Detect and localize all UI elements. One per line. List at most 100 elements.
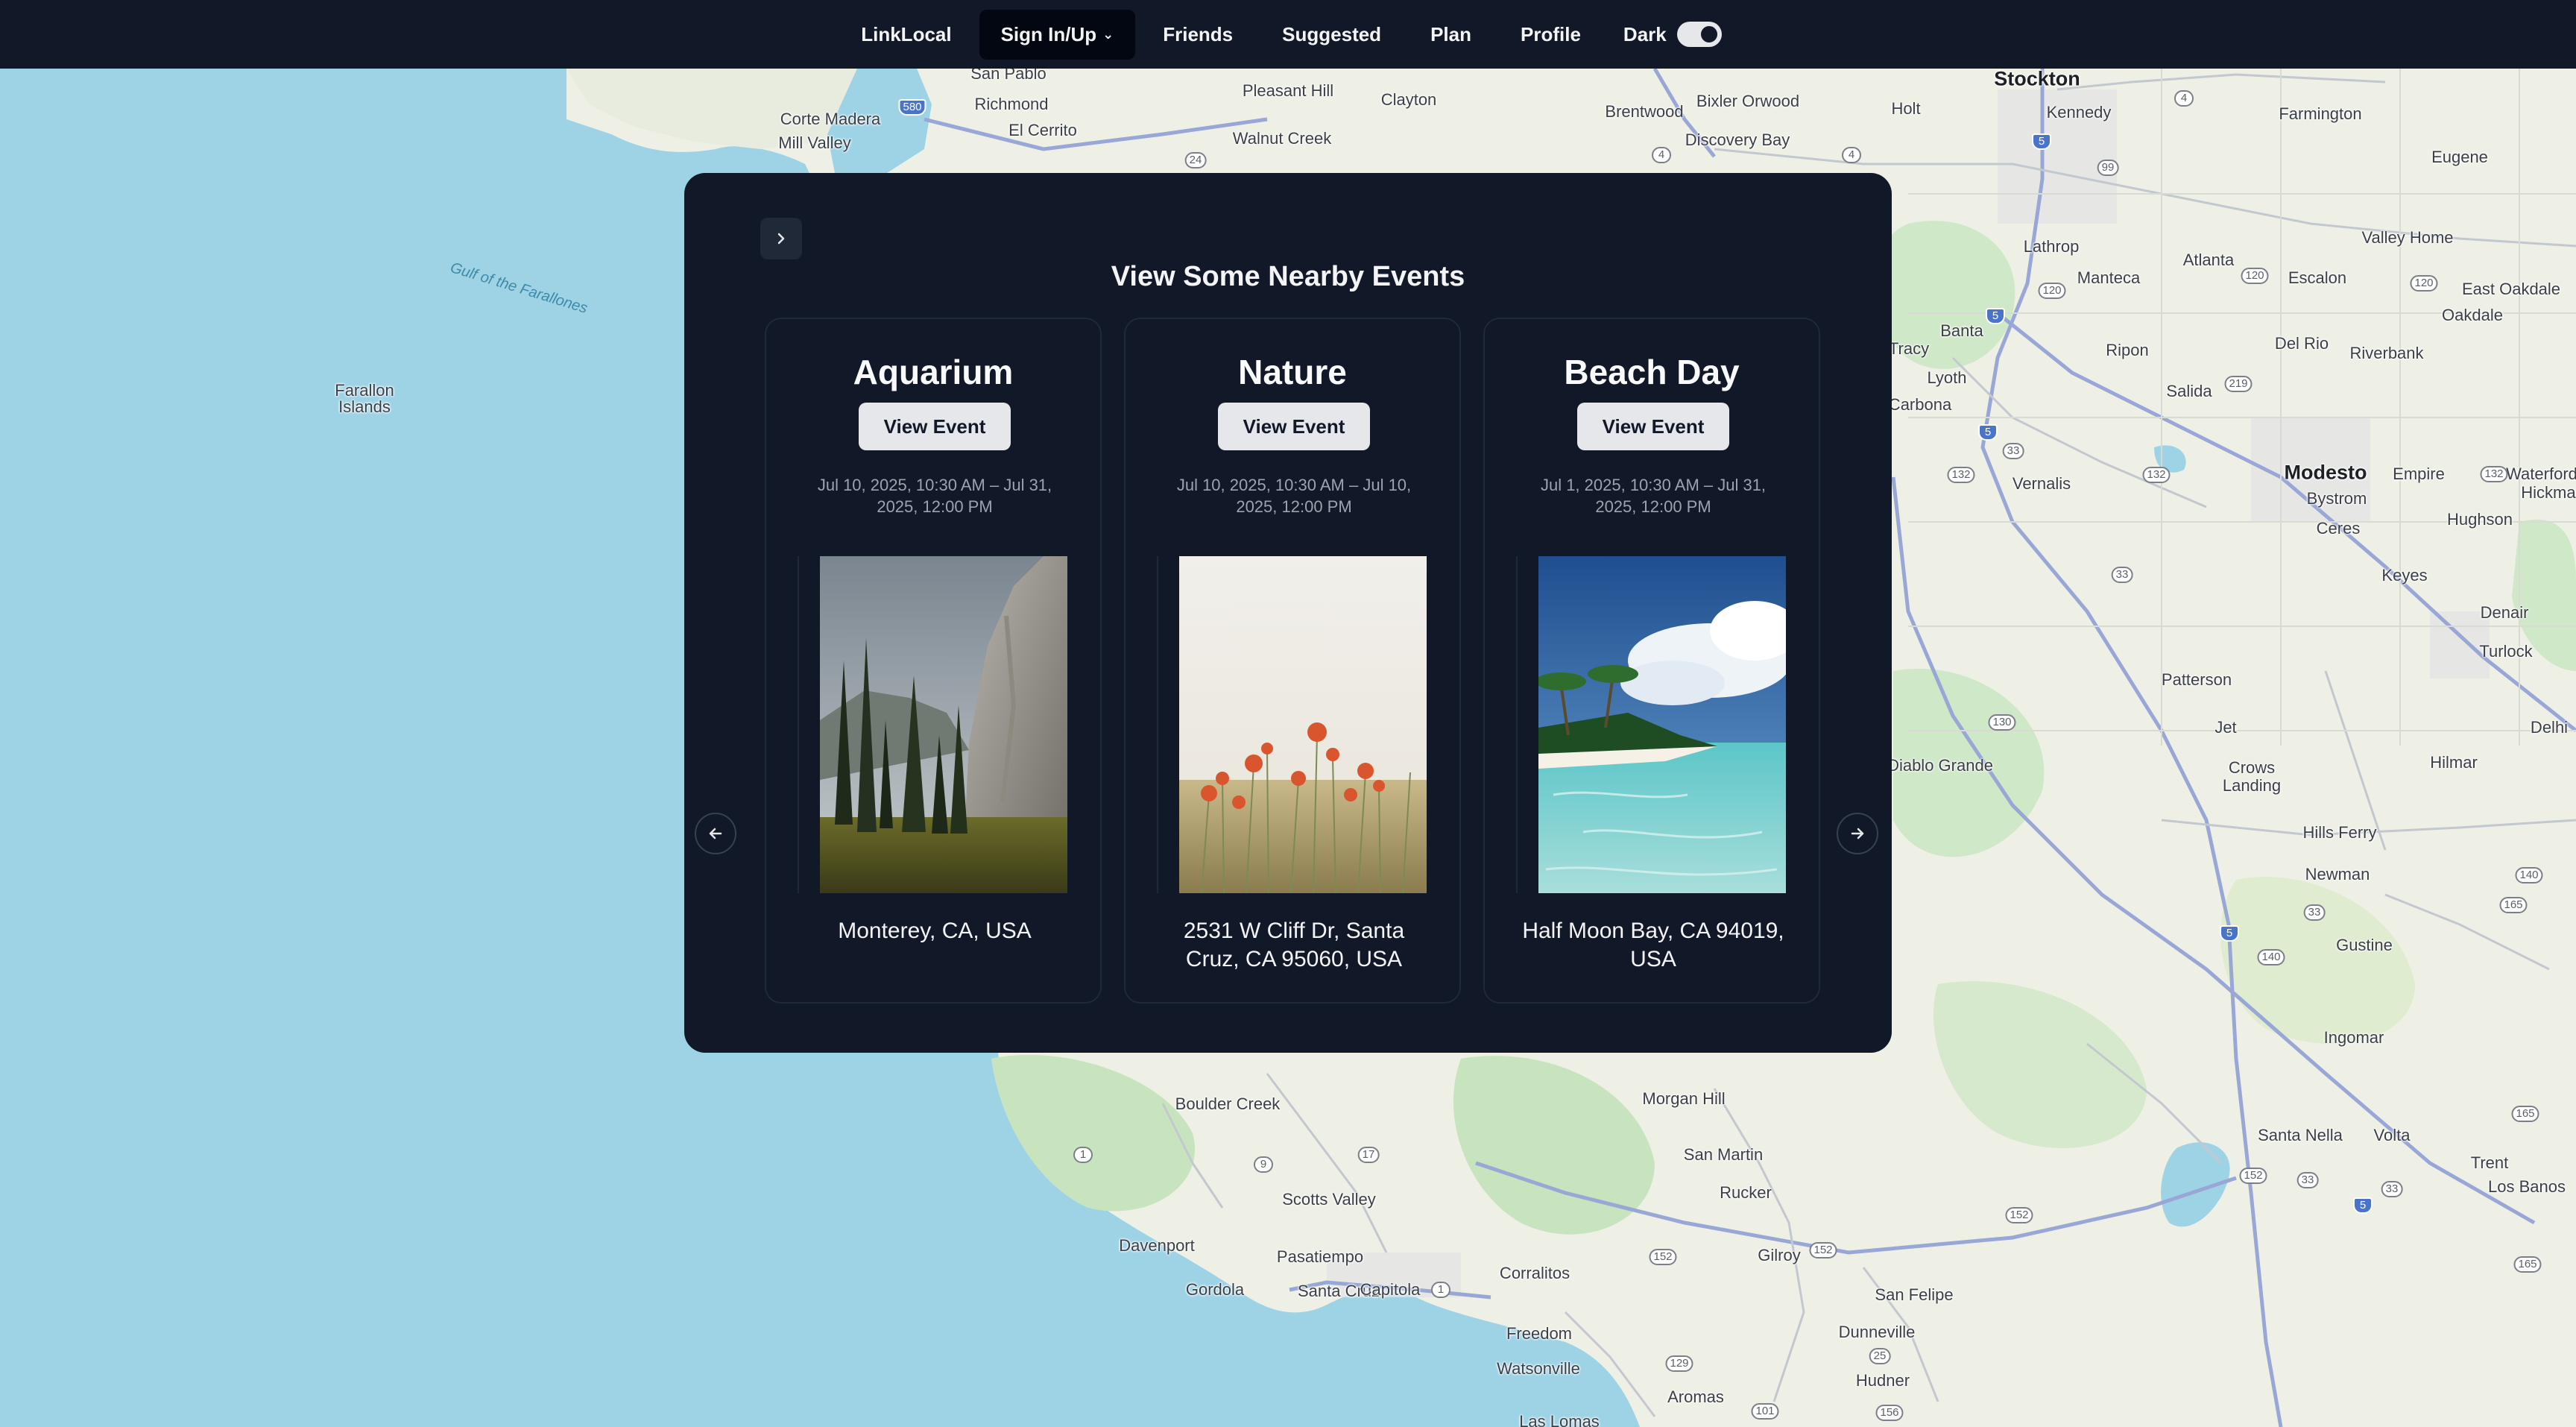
route-shield-33: 33	[2303, 904, 2326, 921]
event-title: Nature	[1238, 353, 1347, 391]
map-label: Hilmar	[2430, 753, 2478, 772]
theme-toggle-label: Dark	[1623, 22, 1667, 45]
map-label: Manteca	[2077, 268, 2141, 287]
map-label: Richmond	[974, 95, 1049, 113]
route-shield-132: 132	[2142, 467, 2171, 483]
map-label: Banta	[1940, 321, 1983, 340]
dark-mode-toggle[interactable]	[1676, 22, 1722, 47]
panel-title: View Some Nearby Events	[1111, 261, 1465, 292]
route-shield-24: 24	[1184, 152, 1207, 168]
event-image-tropical-beach	[1538, 556, 1786, 893]
theme-toggle-group: Dark	[1609, 22, 1737, 47]
nav-suggested[interactable]: Suggested	[1260, 10, 1403, 60]
map-label: Eugene	[2431, 148, 2488, 166]
map-label: El Cerrito	[1008, 121, 1077, 139]
nav-linklocal[interactable]: LinkLocal	[839, 10, 973, 60]
map-label: Volta	[2373, 1126, 2411, 1144]
map-label: Lathrop	[2023, 237, 2080, 256]
map-label: Corralitos	[1499, 1264, 1570, 1282]
nav-friends[interactable]: Friends	[1141, 10, 1254, 60]
view-event-button[interactable]: View Event	[859, 403, 1011, 450]
nav-plan[interactable]: Plan	[1409, 10, 1493, 60]
event-dates: Jul 1, 2025, 10:30 AM – Jul 31, 2025, 12…	[1540, 476, 1767, 516]
collapse-panel-button[interactable]	[760, 218, 802, 259]
map-label: Del Rio	[2274, 334, 2329, 353]
carousel-next-button[interactable]	[1837, 813, 1878, 854]
map-label: Pasatiempo	[1276, 1247, 1364, 1266]
event-dates: Jul 10, 2025, 10:30 AM – Jul 31, 2025, 1…	[817, 476, 1052, 516]
event-location: Half Moon Bay, CA 94019, USA	[1522, 919, 1784, 971]
arrow-left-icon	[709, 828, 722, 839]
nav-label: LinkLocal	[861, 22, 952, 45]
map-label: Escalon	[2288, 268, 2347, 287]
route-shield-33: 33	[2296, 1172, 2319, 1188]
route-shield-1: 1	[1073, 1147, 1093, 1163]
route-shield-156: 156	[1875, 1405, 1904, 1421]
route-shield-120: 120	[2241, 268, 2269, 284]
map-label: Clayton	[1380, 90, 1437, 109]
chevron-down-icon: ⌄	[1102, 26, 1114, 42]
image-divider	[798, 556, 799, 893]
view-event-button[interactable]: View Event	[1218, 403, 1370, 450]
route-shield-17: 17	[1357, 1147, 1380, 1163]
map-label: Davenport	[1119, 1236, 1195, 1255]
map-label: Keyes	[2381, 566, 2428, 585]
route-shield-5: 5	[1978, 424, 1998, 441]
map-label: Crows Landing	[2222, 758, 2282, 795]
map-label: Ripon	[2106, 341, 2149, 359]
map-label: Hudner	[1855, 1371, 1910, 1390]
map-label: Atlanta	[2182, 251, 2235, 269]
route-shield-219: 219	[2224, 376, 2253, 392]
map-label: Freedom	[1506, 1324, 1573, 1343]
map-label: Turlock	[2479, 642, 2533, 661]
route-shield-140: 140	[2515, 867, 2543, 883]
map-label: Morgan Hill	[1642, 1089, 1726, 1108]
map-label: Las Lomas	[1519, 1412, 1600, 1427]
poppy-meadow-image	[1179, 556, 1427, 893]
mountain-cliff-forest-image	[820, 556, 1067, 893]
toggle-knob	[1698, 24, 1720, 45]
route-shield-580: 580	[898, 99, 926, 116]
route-shield-130: 130	[1988, 714, 2016, 731]
map-label: East Oakdale	[2461, 280, 2561, 298]
map-label: Mill Valley	[778, 133, 851, 152]
event-dates: Jul 10, 2025, 10:30 AM – Jul 10, 2025, 1…	[1176, 476, 1412, 516]
nav-label: Profile	[1521, 22, 1581, 45]
route-shield-1: 1	[1431, 1282, 1450, 1298]
nearby-events-panel: View Some Nearby Events Aquarium View Ev…	[684, 173, 1892, 1053]
route-shield-33: 33	[2111, 567, 2133, 583]
route-shield-9: 9	[1254, 1156, 1273, 1173]
map-label: Corte Madera	[780, 110, 881, 128]
map-label: Patterson	[2161, 670, 2232, 689]
nav-label: Suggested	[1282, 22, 1382, 45]
map-label: Aromas	[1667, 1387, 1724, 1406]
event-location: 2531 W Cliff Dr, Santa Cruz, CA 95060, U…	[1183, 919, 1405, 971]
arrow-right-icon	[1851, 828, 1864, 839]
carousel-prev-button[interactable]	[695, 813, 736, 854]
nav-sign-in-up[interactable]: Sign In/Up ⌄	[979, 9, 1136, 60]
map-label: Salida	[2166, 382, 2212, 400]
nav-profile[interactable]: Profile	[1499, 10, 1603, 60]
map-label: Empire	[2393, 464, 2445, 483]
map-label: Trent	[2470, 1153, 2509, 1172]
map-label: Rucker	[1720, 1183, 1772, 1202]
map-label: Vernalis	[2012, 474, 2071, 493]
route-shield-25: 25	[1869, 1348, 1891, 1364]
map-label: Bixler Orwood	[1696, 92, 1800, 110]
view-event-button[interactable]: View Event	[1577, 403, 1729, 450]
map-label: Farallon Islands	[335, 381, 394, 416]
map-label: Gustine	[2336, 936, 2393, 954]
event-title: Beach Day	[1564, 353, 1740, 391]
map-label: Delhi	[2530, 718, 2569, 737]
map-label: Santa Nella	[2258, 1126, 2343, 1144]
map-label: Capitola	[1360, 1280, 1421, 1299]
event-card: Beach Day View Event Jul 1, 2025, 10:30 …	[1483, 318, 1820, 1004]
route-shield-165: 165	[2513, 1256, 2542, 1273]
route-shield-152: 152	[1649, 1249, 1677, 1265]
map-label: Jet	[2214, 718, 2237, 737]
map-label: Gilroy	[1758, 1246, 1801, 1264]
top-navbar: LinkLocal Sign In/Up ⌄ Friends Suggested…	[0, 0, 2576, 69]
chevron-right-icon	[777, 233, 785, 245]
route-shield-99: 99	[2097, 160, 2119, 176]
route-shield-33: 33	[2381, 1181, 2403, 1197]
